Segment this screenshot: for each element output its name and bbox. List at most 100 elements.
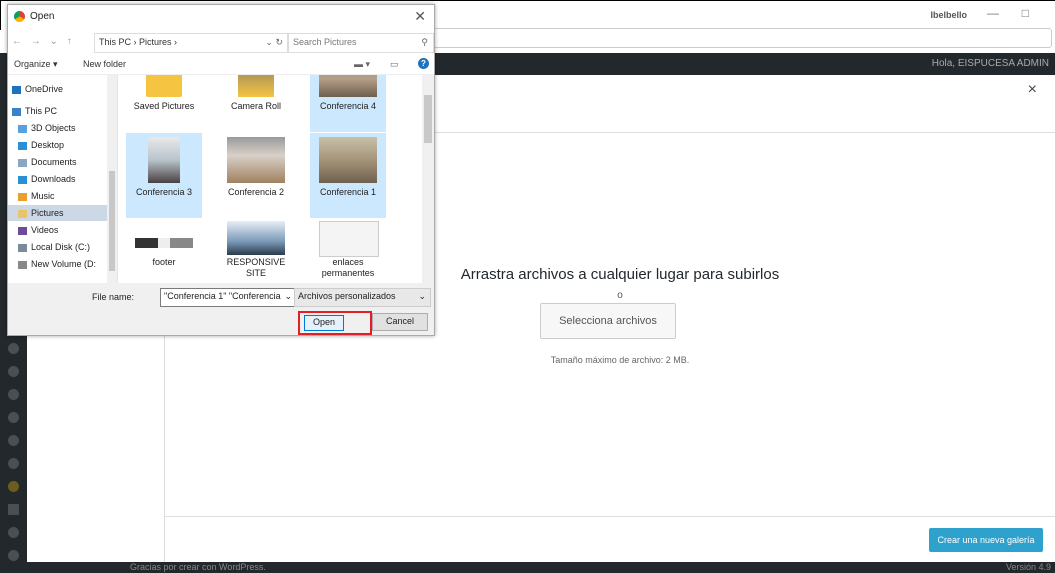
dialog-titlebar: Open ✕	[8, 5, 434, 29]
chevron-down-icon: ⌄	[418, 291, 426, 301]
file-tile[interactable]: Conferencia 1	[310, 133, 386, 218]
nav-item-3d-objects[interactable]: 3D Objects	[18, 120, 108, 136]
nav-scrollbar[interactable]	[107, 75, 117, 283]
new-folder-button[interactable]: New folder	[83, 59, 126, 69]
dialog-bottom-bar: File name: "Conferencia 1" "Conferencia …	[8, 283, 434, 335]
address-bar[interactable]	[430, 28, 1052, 48]
file-label: Conferencia 3	[135, 187, 193, 197]
menu-icon[interactable]	[8, 389, 19, 400]
nav-item-downloads[interactable]: Downloads	[18, 171, 108, 187]
nav-item-videos[interactable]: Videos	[18, 222, 108, 238]
modal-divider	[165, 516, 1055, 517]
file-tile[interactable]: footer	[126, 218, 202, 283]
select-files-button[interactable]: Selecciona archivos	[540, 303, 676, 339]
nav-item-label: Music	[31, 191, 55, 201]
folder-icon	[146, 75, 182, 97]
photo-thumbnail	[319, 137, 377, 183]
menu-icon[interactable]	[8, 435, 19, 446]
download-icon	[18, 175, 27, 184]
search-icon[interactable]: ⚲	[421, 34, 428, 50]
file-list-scrollbar[interactable]	[422, 75, 434, 283]
menu-icon[interactable]	[8, 343, 19, 354]
file-tile[interactable]: Conferencia 3	[126, 133, 202, 218]
photo-thumbnail	[227, 137, 285, 183]
file-label: enlaces permanentes	[321, 257, 375, 278]
nav-item-label: New Volume (D:	[31, 259, 97, 269]
dialog-toolbar: Organize ▾ New folder ▬ ▾ ▭ ?	[8, 55, 434, 75]
scroll-thumb[interactable]	[424, 95, 432, 143]
menu-icon[interactable]	[8, 527, 19, 538]
chrome-icon	[14, 11, 25, 22]
nav-item-label: Videos	[31, 225, 59, 235]
pictures-icon	[18, 209, 27, 218]
file-list: Saved Pictures Camera Roll Conferencia 4…	[118, 75, 434, 283]
refresh-icon[interactable]: ⌄ ↻	[265, 34, 283, 50]
music-icon	[18, 192, 27, 201]
drop-zone-title: Arrastra archivos a cualquier lugar para…	[460, 266, 780, 283]
max-upload-size: Tamaño máximo de archivo: 2 MB.	[550, 355, 690, 365]
profile-label[interactable]: Ibelbello	[930, 10, 967, 20]
nav-item-onedrive[interactable]: OneDrive	[12, 81, 108, 97]
file-label: Camera Roll	[230, 101, 281, 111]
address-breadcrumb[interactable]: This PC › Pictures › ⌄ ↻	[94, 33, 288, 53]
view-options-icon[interactable]: ▬ ▾	[354, 59, 370, 70]
create-gallery-button[interactable]: Crear una nueva galería	[929, 528, 1043, 552]
nav-item-label: 3D Objects	[31, 123, 76, 133]
drop-zone-or: o	[617, 290, 623, 301]
nav-item-pictures[interactable]: Pictures	[8, 205, 108, 221]
drive-icon	[18, 260, 27, 269]
search-input[interactable]: Search Pictures ⚲	[288, 33, 434, 53]
file-tile[interactable]: enlaces permanentes	[310, 218, 386, 283]
nav-item-label: This PC	[25, 106, 58, 116]
file-tile[interactable]: RESPONSIVE SITE	[218, 218, 294, 283]
file-tile[interactable]: Conferencia 2	[218, 133, 294, 218]
nav-item-new-volume[interactable]: New Volume (D:	[18, 256, 108, 272]
desktop-icon	[18, 141, 27, 150]
file-tile[interactable]: Conferencia 4	[310, 75, 386, 132]
modal-close-button[interactable]: ×	[1028, 81, 1037, 99]
menu-icon[interactable]	[8, 504, 19, 515]
file-name-label: File name:	[92, 292, 135, 302]
file-name-input[interactable]: "Conferencia 1" "Conferencia 4" "Con ⌄	[160, 288, 295, 307]
maximize-button[interactable]: □	[1022, 6, 1029, 20]
image-thumbnail	[227, 221, 285, 255]
organize-button[interactable]: Organize ▾	[14, 59, 58, 70]
file-label: Conferencia 1	[319, 187, 377, 197]
admin-greeting[interactable]: Hola, EISPUCESA ADMIN	[932, 58, 1049, 69]
minimize-button[interactable]: —	[987, 6, 999, 20]
file-tile[interactable]: Saved Pictures	[126, 75, 202, 132]
file-type-value: Archivos personalizados	[298, 291, 396, 301]
folder-icon	[238, 75, 274, 97]
nav-item-desktop[interactable]: Desktop	[18, 137, 108, 153]
nav-item-this-pc[interactable]: This PC	[12, 103, 108, 119]
plugin-icon[interactable]	[8, 481, 19, 492]
menu-icon[interactable]	[8, 412, 19, 423]
breadcrumb: This PC › Pictures ›	[99, 37, 178, 47]
onedrive-icon	[12, 85, 21, 94]
file-tile[interactable]: Camera Roll	[218, 75, 294, 132]
menu-icon[interactable]	[8, 550, 19, 561]
photo-thumbnail	[319, 75, 377, 97]
preview-pane-icon[interactable]: ▭	[390, 59, 399, 70]
file-label: Conferencia 2	[227, 187, 285, 197]
dialog-close-button[interactable]: ✕	[414, 8, 426, 25]
file-name-value: "Conferencia 1" "Conferencia 4" "Con	[164, 291, 294, 301]
search-placeholder: Search Pictures	[293, 37, 357, 47]
nav-arrows-icon[interactable]: ← → ⌄ ↑	[12, 36, 75, 47]
cancel-button[interactable]: Cancel	[372, 313, 428, 331]
file-type-select[interactable]: Archivos personalizados ⌄	[294, 288, 431, 307]
open-button[interactable]: Open	[304, 315, 344, 331]
nav-item-label: Documents	[31, 157, 77, 167]
nav-scroll-thumb[interactable]	[109, 171, 115, 271]
image-thumbnail	[319, 221, 379, 257]
help-icon[interactable]: ?	[418, 58, 429, 69]
file-label: footer	[152, 257, 176, 267]
file-label: Conferencia 4	[319, 101, 377, 111]
menu-icon[interactable]	[8, 366, 19, 377]
nav-item-local-disk[interactable]: Local Disk (C:)	[18, 239, 108, 255]
menu-icon[interactable]	[8, 458, 19, 469]
nav-item-music[interactable]: Music	[18, 188, 108, 204]
chevron-down-icon[interactable]: ⌄	[282, 289, 292, 304]
open-button-label: Open	[312, 317, 336, 327]
nav-item-documents[interactable]: Documents	[18, 154, 108, 170]
